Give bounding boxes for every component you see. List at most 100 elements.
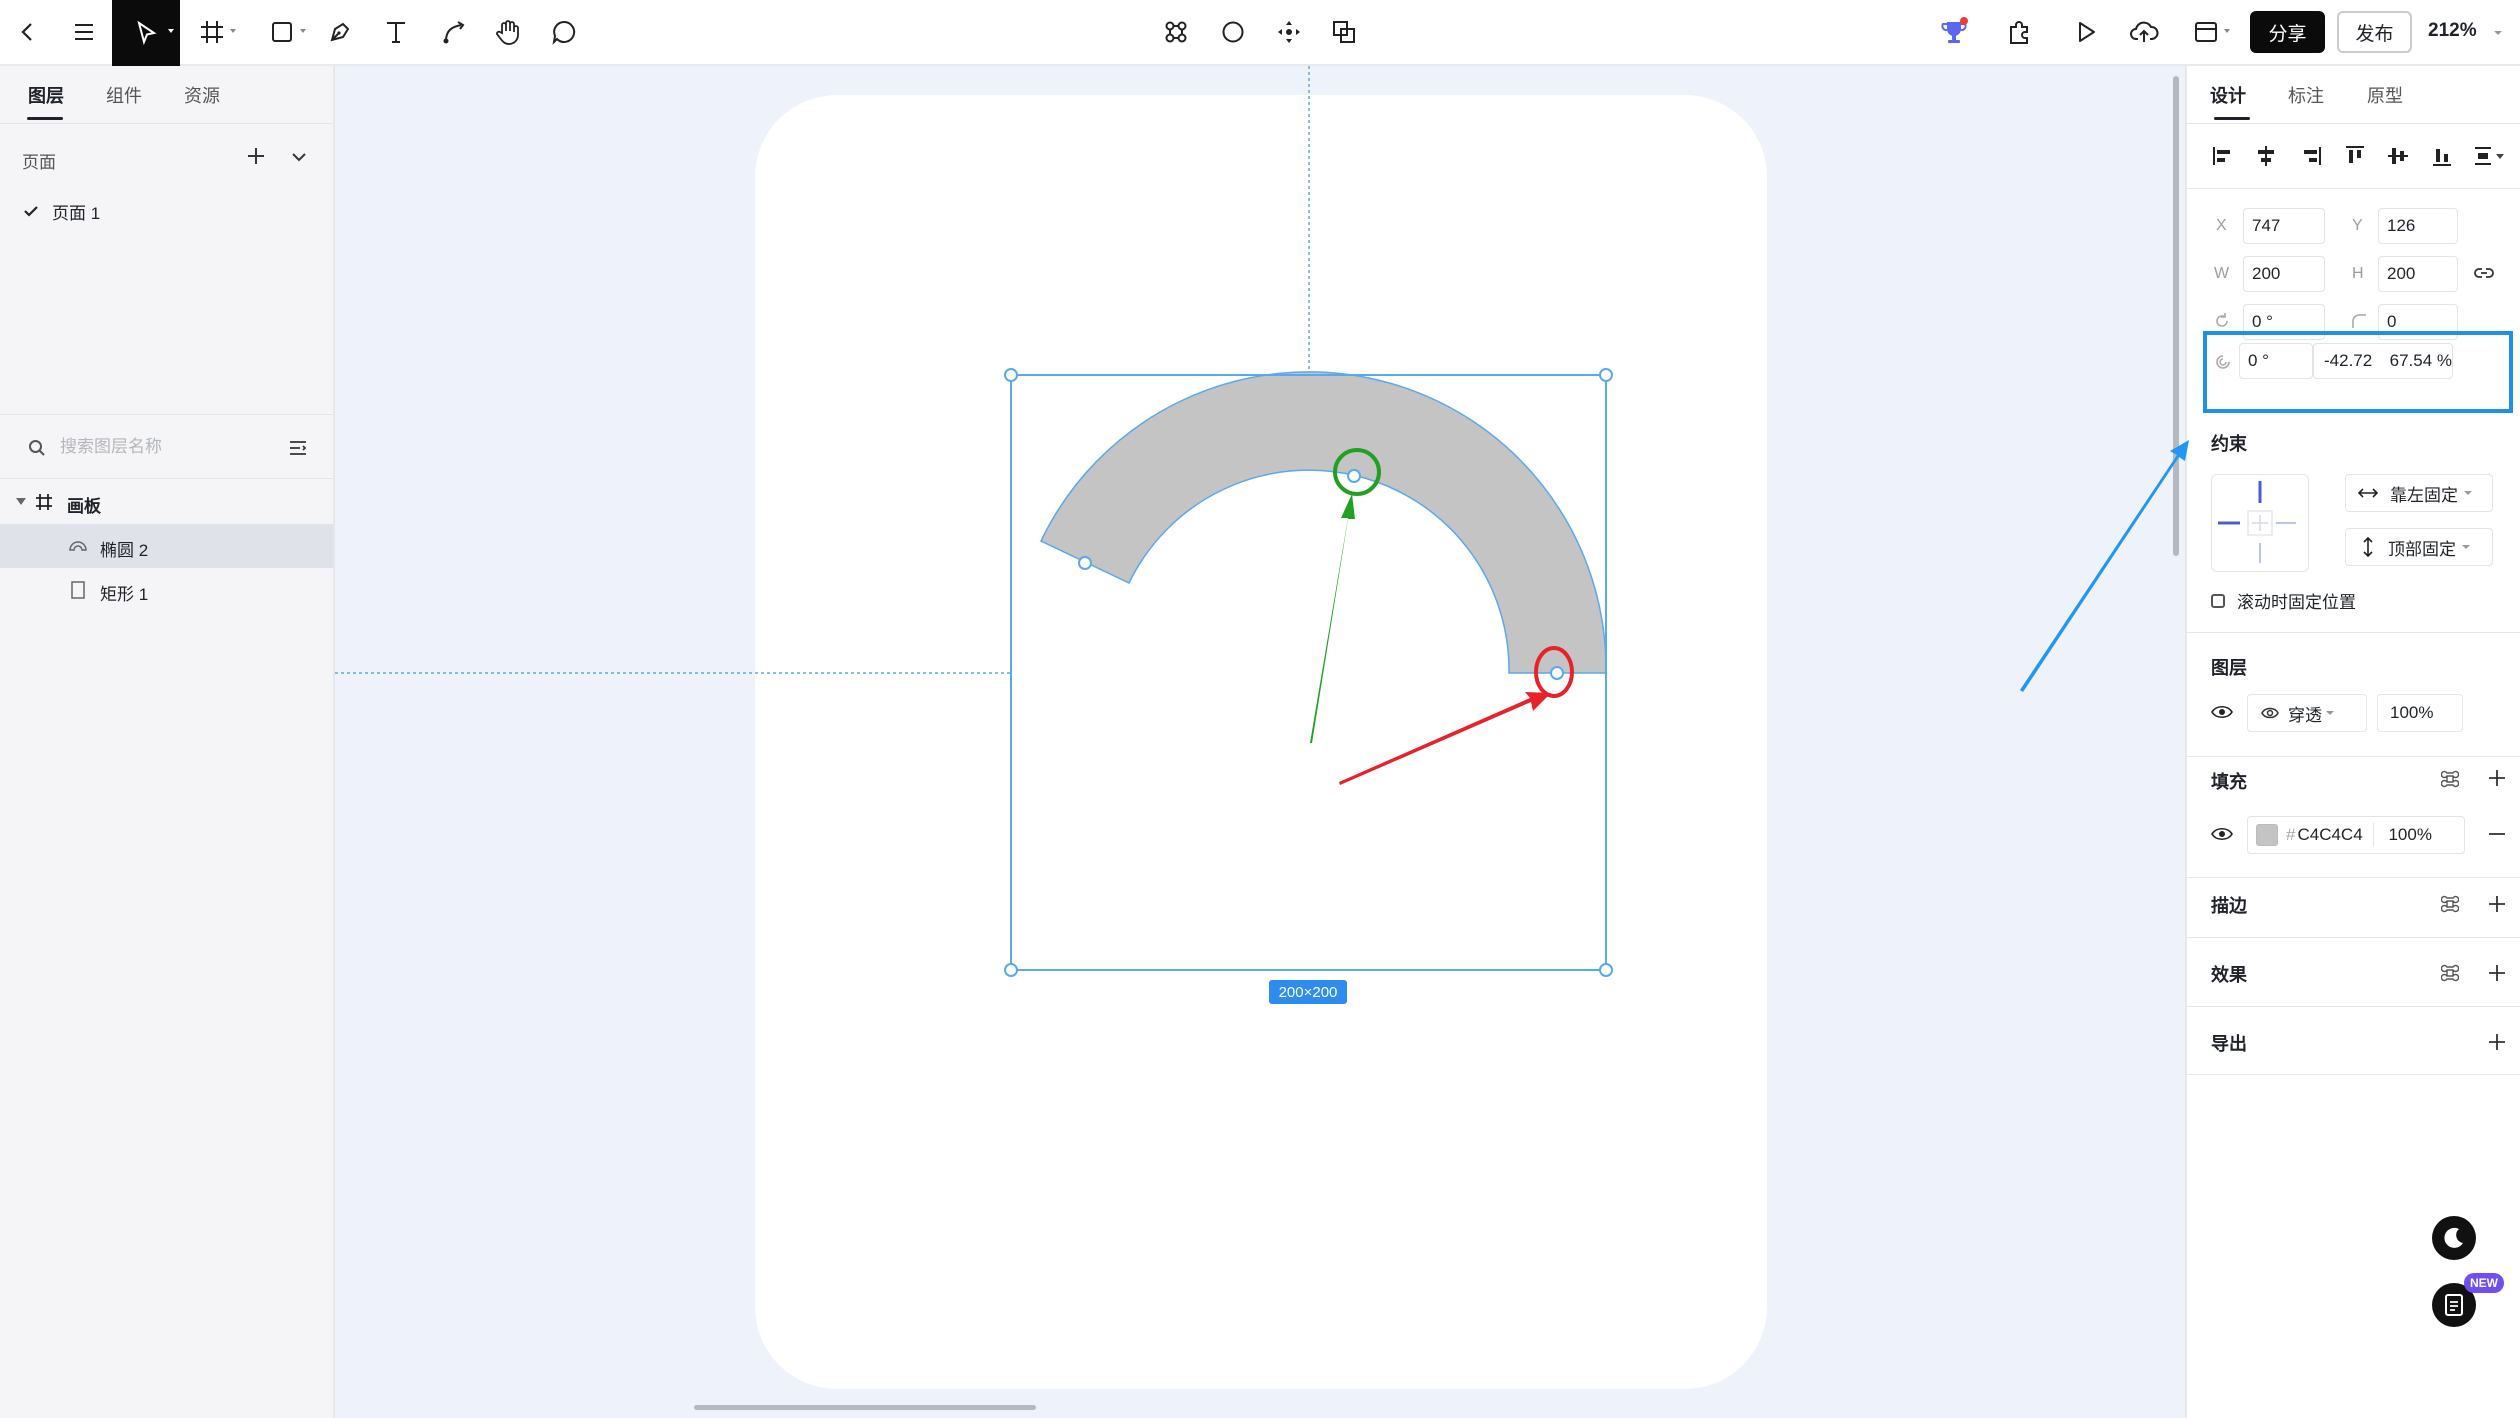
check-icon [24,206,38,217]
back-icon[interactable] [4,8,52,56]
eye-icon[interactable] [2211,704,2233,720]
y-label: Y [2352,217,2363,234]
blend-mode-dropdown[interactable]: 穿透 [2247,694,2367,732]
zoom-level[interactable]: 212% [2428,20,2477,42]
canvas[interactable]: 200×200 [335,66,2185,1418]
arc-ratio-input[interactable]: 67.54 % [2386,351,2452,371]
fixed-on-scroll-checkbox[interactable] [2211,593,2225,608]
resize-handle[interactable] [1599,963,1613,977]
add-effect-icon[interactable] [2487,963,2507,983]
rectangle-tool-icon[interactable] [256,8,308,56]
path-tool-icon[interactable] [430,8,478,56]
chevron-down-icon [2464,491,2472,495]
comment-tool-icon[interactable] [540,8,588,56]
upload-cloud-icon[interactable] [2120,8,2168,56]
align-horizontal-center-icon[interactable] [2252,142,2280,170]
tab-assets[interactable]: 资源 [184,82,220,108]
vertical-constraint-dropdown[interactable]: 顶部固定 [2345,528,2493,566]
horizontal-scrollbar[interactable] [694,1405,1036,1410]
hex-hash: # [2286,825,2296,844]
tab-annotate[interactable]: 标注 [2288,82,2324,108]
x-label: X [2216,217,2227,234]
style-grid-icon[interactable] [2441,770,2459,788]
align-right-icon[interactable] [2297,142,2325,170]
width-input[interactable] [2243,256,2325,292]
resize-handle[interactable] [1599,368,1613,382]
add-page-icon[interactable] [244,144,268,168]
divider [2187,188,2520,189]
zoom-chevron-down-icon[interactable] [2494,30,2502,36]
fill-hex-value[interactable]: C4C4C4 [2297,825,2373,845]
trophy-icon[interactable] [1930,8,1978,56]
eye-icon[interactable] [2211,826,2233,842]
menu-icon[interactable] [60,8,108,56]
tab-design[interactable]: 设计 [2210,82,2246,108]
layer-search-input[interactable] [60,432,260,462]
tab-layers[interactable]: 图层 [28,82,64,108]
layer-opacity-input[interactable]: 100% [2377,694,2463,732]
share-button[interactable]: 分享 [2250,11,2325,53]
chevron-down-icon[interactable] [288,146,310,168]
fill-color-swatch[interactable] [2256,824,2278,846]
filter-list-icon[interactable] [288,438,308,458]
x-input[interactable] [2243,208,2325,244]
arc-sweep-handle[interactable] [1550,666,1564,680]
text-tool-icon[interactable] [372,8,420,56]
style-grid-icon[interactable] [2441,964,2459,982]
stroke-section-title: 描边 [2211,896,2247,916]
tab-prototype[interactable]: 原型 [2367,82,2403,108]
arc-shape[interactable] [1039,371,1607,674]
link-icon[interactable] [2473,264,2495,282]
style-grid-icon[interactable] [2441,895,2459,913]
tab-components[interactable]: 组件 [106,82,142,108]
plugin-icon[interactable] [1996,8,2044,56]
frame-tool-icon[interactable] [186,8,238,56]
constraint-widget[interactable] [2211,474,2309,572]
component-icon[interactable] [1152,8,1200,56]
y-input[interactable] [2378,208,2458,244]
hand-tool-icon[interactable] [484,8,532,56]
fill-opacity-value[interactable]: 100% [2373,823,2432,847]
auto-layout-icon[interactable] [1265,8,1313,56]
height-input[interactable] [2378,256,2458,292]
dark-mode-button[interactable] [2432,1216,2476,1260]
add-stroke-icon[interactable] [2487,894,2507,914]
arc-icon [69,541,87,551]
fixed-on-scroll-option[interactable]: 滚动时固定位置 [2211,588,2356,613]
arc-sweep-input[interactable]: -42.72 [2314,351,2386,371]
layer-section-title: 图层 [2211,658,2247,678]
resize-handle[interactable] [1004,963,1018,977]
pages-header: 页面 [22,153,56,172]
remove-fill-icon[interactable] [2487,832,2507,836]
distribute-icon[interactable] [2471,142,2505,170]
layer-row-frame[interactable]: 画板 [0,480,333,524]
arc-value-group: -42.72 67.54 % [2313,343,2453,379]
move-tool-icon[interactable] [112,0,180,66]
align-top-icon[interactable] [2341,142,2369,170]
caret-down-icon[interactable] [16,498,26,506]
arc-start-handle[interactable] [1078,556,1092,570]
vertical-scrollbar[interactable] [2173,76,2179,556]
fill-color-field[interactable]: # C4C4C4 100% [2247,816,2465,854]
layer-row-ellipse[interactable]: 椭圆 2 [0,524,333,568]
align-bottom-icon[interactable] [2428,142,2456,170]
divider [0,123,333,124]
page-item[interactable]: 页面 1 [22,196,100,226]
layout-icon[interactable] [2180,8,2232,56]
constraints-title: 约束 [2211,434,2247,454]
horizontal-arrows-icon [2358,488,2378,498]
mask-circle-icon[interactable] [1209,8,1257,56]
align-left-icon[interactable] [2209,142,2237,170]
add-export-icon[interactable] [2487,1032,2507,1052]
play-icon[interactable] [2062,8,2110,56]
boolean-icon[interactable] [1320,8,1368,56]
layer-row-rectangle[interactable]: 矩形 1 [0,568,333,612]
publish-button[interactable]: 发布 [2337,11,2412,53]
horizontal-constraint-dropdown[interactable]: 靠左固定 [2345,474,2493,512]
resize-handle[interactable] [1004,368,1018,382]
arc-ratio-handle[interactable] [1347,469,1361,483]
arc-start-input[interactable]: 0 ° [2239,343,2313,379]
pen-tool-icon[interactable] [316,8,364,56]
add-fill-icon[interactable] [2487,768,2507,788]
align-vertical-center-icon[interactable] [2384,142,2412,170]
